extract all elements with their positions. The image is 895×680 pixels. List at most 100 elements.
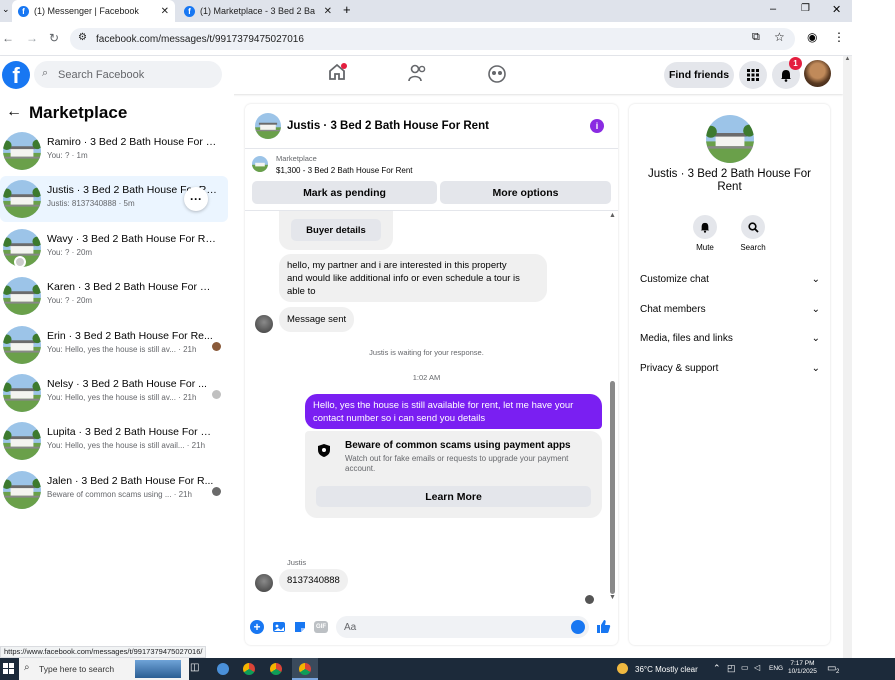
incoming-message: hello, my partner and i are interested i… xyxy=(279,254,547,302)
message-input[interactable]: Aa xyxy=(336,616,589,638)
chrome-icon[interactable] xyxy=(270,663,282,675)
profile-icon[interactable]: ◉ xyxy=(807,30,817,44)
mark-as-pending-button[interactable]: Mark as pending xyxy=(252,181,437,204)
search-placeholder: Search Facebook xyxy=(58,68,145,81)
taskbar-search-box[interactable]: ⌕ Type here to search xyxy=(19,658,189,680)
conversation-preview: You: ? · 1m xyxy=(47,151,88,160)
online-avatar xyxy=(14,256,26,268)
listing-thumb[interactable] xyxy=(252,156,268,172)
conversation-item[interactable]: Justis · 3 Bed 2 Bath House For Rent Just… xyxy=(0,176,228,222)
facebook-search-input[interactable]: ⌕ Search Facebook xyxy=(34,61,222,88)
section-chat-members[interactable]: Chat members ⌄ xyxy=(640,304,820,315)
sticker-icon[interactable] xyxy=(293,620,307,639)
chat-header-thumb[interactable] xyxy=(255,113,281,139)
tab-menu-chevron-icon[interactable]: ⌄ xyxy=(2,4,10,15)
tab-messenger[interactable]: f (1) Messenger | Facebook ✕ xyxy=(12,0,175,22)
restore-button[interactable]: ❐ xyxy=(801,3,810,14)
scroll-up-arrow-icon[interactable]: ▲ xyxy=(609,212,616,219)
search-in-chat-button[interactable] xyxy=(741,215,765,239)
section-customize-chat[interactable]: Customize chat ⌄ xyxy=(640,274,820,285)
conversation-item[interactable]: Lupita · 3 Bed 2 Bath House For Re... You… xyxy=(0,418,228,464)
mute-label: Mute xyxy=(696,243,714,252)
tab-marketplace[interactable]: f (1) Marketplace - 3 Bed 2 Bath ✕ xyxy=(178,0,338,22)
site-settings-icon[interactable]: ⚙ xyxy=(78,32,87,43)
conversation-options-button[interactable]: ··· xyxy=(184,187,208,211)
clock[interactable]: 7:17 PM 10/1/2025 xyxy=(788,660,817,676)
scam-desc-line: Watch out for fake emails or requests to… xyxy=(345,454,569,463)
chat-scrollbar-thumb[interactable] xyxy=(610,381,615,594)
url-field[interactable]: ⚙ facebook.com/messages/t/99173794750270… xyxy=(70,28,795,50)
scam-warning-desc: Watch out for fake emails or requests to… xyxy=(345,454,568,474)
listing-thumbnail xyxy=(3,326,41,364)
minimize-button[interactable]: – xyxy=(770,3,776,15)
details-avatar[interactable] xyxy=(706,115,754,163)
account-avatar[interactable] xyxy=(804,60,831,87)
battery-icon[interactable]: ▭ xyxy=(741,663,749,672)
browser-menu-icon[interactable]: ⋮ xyxy=(833,30,845,44)
cast-icon[interactable]: ⧉ xyxy=(752,31,760,44)
address-bar-row: ← → ↻ ⚙ facebook.com/messages/t/99173794… xyxy=(0,22,852,56)
scroll-down-arrow-icon[interactable]: ▼ xyxy=(609,594,616,601)
task-view-icon[interactable]: ◫ xyxy=(190,662,199,673)
conversation-item[interactable]: Nelsy · 3 Bed 2 Bath House For ... You: H… xyxy=(0,370,228,416)
status-url: https://www.facebook.com/messages/t/9917… xyxy=(0,646,207,658)
volume-icon[interactable]: ◁ xyxy=(754,663,760,672)
more-options-button[interactable]: More options xyxy=(440,181,611,204)
conversation-item[interactable]: Karen · 3 Bed 2 Bath House For Rent You: … xyxy=(0,273,228,319)
back-icon[interactable]: ← xyxy=(2,31,14,45)
like-thumb-icon[interactable] xyxy=(596,619,611,639)
chrome-active-icon[interactable] xyxy=(292,658,318,680)
photo-icon[interactable] xyxy=(272,620,286,639)
mute-button[interactable] xyxy=(693,215,717,239)
tab-close-icon[interactable]: ✕ xyxy=(161,6,169,17)
learn-more-button[interactable]: Learn More xyxy=(316,486,591,507)
facebook-favicon-icon: f xyxy=(184,5,195,17)
buyer-details-button[interactable]: Buyer details xyxy=(291,219,381,241)
back-arrow-icon[interactable]: ← xyxy=(6,103,22,121)
facebook-logo[interactable]: f xyxy=(2,61,30,89)
section-privacy-support[interactable]: Privacy & support ⌄ xyxy=(640,363,820,374)
page-scrollbar[interactable]: ▲ xyxy=(843,56,852,658)
chrome-icon[interactable] xyxy=(243,663,255,675)
search-banner-image xyxy=(135,660,181,678)
groups-icon[interactable] xyxy=(487,64,507,89)
conversation-item[interactable]: Jalen · 3 Bed 2 Bath House For R... Bewar… xyxy=(0,467,228,513)
close-window-button[interactable]: ✕ xyxy=(832,3,841,16)
network-icon[interactable]: ◰ xyxy=(727,663,736,674)
language-indicator[interactable]: ENG xyxy=(769,665,783,672)
emoji-icon[interactable] xyxy=(571,620,585,634)
section-label: Privacy & support xyxy=(640,363,719,374)
bookmark-star-icon[interactable]: ☆ xyxy=(774,30,785,44)
find-friends-button[interactable]: Find friends xyxy=(664,62,734,88)
tab-close-icon[interactable]: ✕ xyxy=(324,6,332,17)
menu-grid-icon[interactable] xyxy=(739,61,767,89)
reload-icon[interactable]: ↻ xyxy=(49,31,59,45)
scam-desc-line: account. xyxy=(345,464,376,473)
header-divider xyxy=(245,148,618,149)
gif-icon[interactable]: GIF xyxy=(314,621,328,633)
windows-start-icon[interactable] xyxy=(3,663,14,676)
add-icon[interactable]: + xyxy=(250,620,264,634)
conversation-item[interactable]: Ramiro · 3 Bed 2 Bath House For R... You:… xyxy=(0,128,228,174)
conversation-info-icon[interactable]: i xyxy=(590,119,604,133)
section-label: Media, files and links xyxy=(640,333,733,344)
buyer-details-card: Buyer details xyxy=(279,211,393,250)
tray-chevron-icon[interactable]: ⌃ xyxy=(713,663,721,674)
conversation-preview: Beware of common scams using ... · 21h xyxy=(47,490,192,499)
weather-text[interactable]: 36°C Mostly clear xyxy=(635,665,698,674)
conversation-item[interactable]: Erin · 3 Bed 2 Bath House For Re... You: … xyxy=(0,322,228,368)
weather-icon[interactable] xyxy=(617,663,628,674)
page-scroll-up-icon[interactable]: ▲ xyxy=(843,56,852,62)
section-media-files-links[interactable]: Media, files and links ⌄ xyxy=(640,333,820,344)
new-tab-button[interactable]: + xyxy=(343,2,351,17)
taskbar-app-icon[interactable] xyxy=(217,663,229,675)
friends-icon[interactable] xyxy=(408,64,428,87)
listing-thumbnail xyxy=(3,422,41,460)
forward-icon[interactable]: → xyxy=(26,31,38,45)
listing-summary[interactable]: $1,300 - 3 Bed 2 Bath House For Rent xyxy=(276,166,413,175)
chat-title[interactable]: Justis · 3 Bed 2 Bath House For Rent xyxy=(287,120,489,132)
message-line: hello, my partner and i are interested i… xyxy=(287,260,507,271)
conversation-item[interactable]: Wavy · 3 Bed 2 Bath House For Rent You: ?… xyxy=(0,225,228,271)
listing-thumbnail xyxy=(3,277,41,315)
home-icon[interactable] xyxy=(327,62,347,87)
